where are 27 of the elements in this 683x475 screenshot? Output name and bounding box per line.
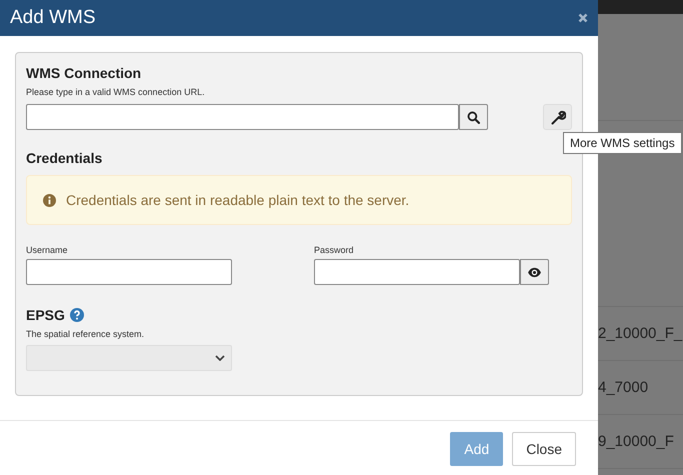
close-icon[interactable] xyxy=(578,13,588,23)
close-button[interactable]: Close xyxy=(512,432,576,466)
section-heading: EPSG xyxy=(26,307,65,323)
search-icon xyxy=(467,110,480,124)
hint-text: Please type in a valid WMS connection URL. xyxy=(26,87,206,97)
info-icon xyxy=(43,194,56,206)
username-field[interactable] xyxy=(26,259,232,285)
table-cell: 2_10000_F_ xyxy=(598,325,682,342)
search-button[interactable] xyxy=(459,104,488,130)
table-cell: 9_10000_F xyxy=(598,433,674,450)
wrench-icon xyxy=(550,109,566,125)
url-field[interactable] xyxy=(26,104,460,130)
alert-text: Credentials are sent in readable plain text to the server. xyxy=(66,192,410,208)
hint-text: The spatial reference system. xyxy=(26,329,146,339)
field-label: Password xyxy=(314,245,355,255)
table-cell: 4_7000 xyxy=(598,379,648,396)
eye-icon xyxy=(527,266,542,278)
field-label: Username xyxy=(26,245,69,255)
password-field[interactable] xyxy=(314,259,520,285)
section-heading: WMS Connection xyxy=(26,65,142,81)
dialog-title: Add WMS xyxy=(10,7,96,29)
tooltip: More WMS settings xyxy=(563,132,682,154)
settings-button[interactable] xyxy=(543,104,572,130)
section-heading: Credentials xyxy=(26,150,104,166)
chevron-icon xyxy=(215,355,225,361)
show-password-button[interactable] xyxy=(520,259,549,285)
help-icon[interactable] xyxy=(70,308,84,322)
